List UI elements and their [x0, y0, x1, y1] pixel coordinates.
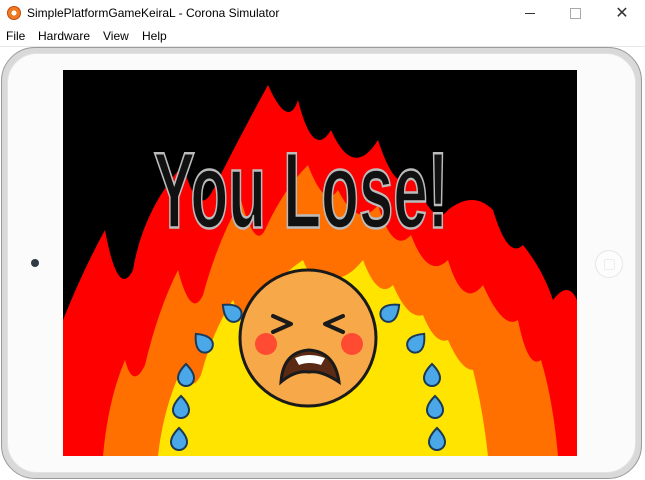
- window-title: SimplePlatformGameKeiraL - Corona Simula…: [27, 6, 280, 20]
- maximize-icon: [569, 8, 581, 19]
- menu-bar: File Hardware View Help: [0, 27, 645, 47]
- you-lose-title: You Lose!: [154, 131, 449, 251]
- home-square-icon: [604, 259, 615, 270]
- corona-app-icon: [7, 6, 21, 20]
- lose-scene: You Lose!: [63, 85, 577, 456]
- front-camera-icon: [31, 259, 39, 267]
- title-bar: SimplePlatformGameKeiraL - Corona Simula…: [0, 0, 645, 27]
- minimize-button[interactable]: [507, 0, 553, 27]
- close-icon: ✕: [615, 4, 629, 22]
- crying-face: [238, 268, 378, 408]
- close-button[interactable]: ✕: [599, 0, 645, 27]
- game-screen[interactable]: You Lose!: [63, 70, 577, 456]
- menu-file[interactable]: File: [6, 29, 25, 43]
- menu-view[interactable]: View: [103, 29, 129, 43]
- home-button[interactable]: [595, 250, 623, 278]
- menu-help[interactable]: Help: [142, 29, 167, 43]
- minimize-icon: [525, 13, 535, 14]
- maximize-button[interactable]: [552, 0, 598, 27]
- menu-hardware[interactable]: Hardware: [38, 29, 90, 43]
